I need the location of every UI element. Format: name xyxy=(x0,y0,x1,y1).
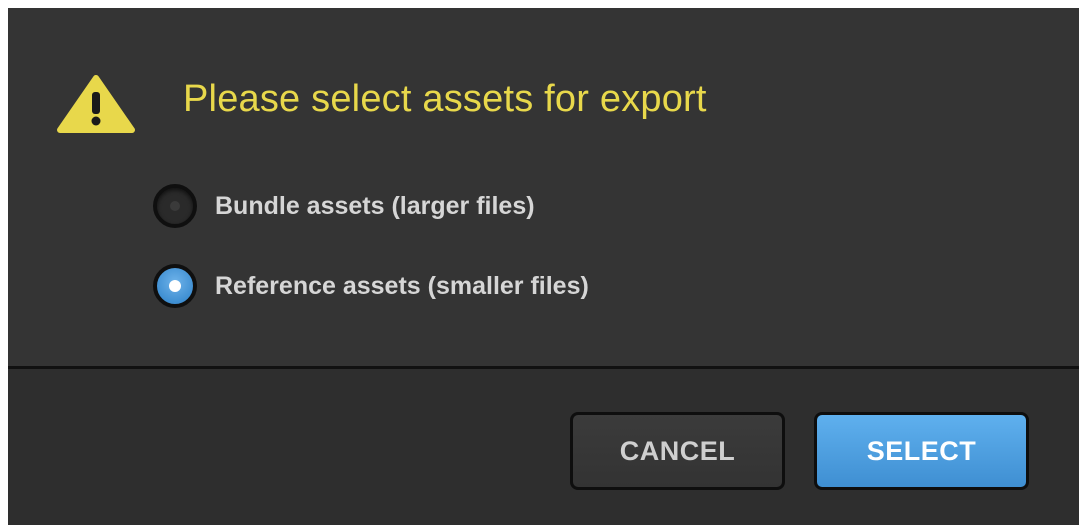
radio-option-bundle[interactable]: Bundle assets (larger files) xyxy=(153,180,535,232)
warning-icon xyxy=(57,75,135,133)
radio-label-bundle: Bundle assets (larger files) xyxy=(215,191,535,220)
radio-label-reference: Reference assets (smaller files) xyxy=(215,271,589,300)
radio-button-bundle[interactable] xyxy=(153,184,197,228)
radio-button-reference[interactable] xyxy=(153,264,197,308)
select-button[interactable]: SELECT xyxy=(814,412,1029,490)
dialog-body: Please select assets for export Bundle a… xyxy=(8,8,1079,366)
export-dialog: Please select assets for export Bundle a… xyxy=(8,8,1079,525)
cancel-button[interactable]: CANCEL xyxy=(570,412,785,490)
dialog-title: Please select assets for export xyxy=(183,78,707,120)
radio-option-reference[interactable]: Reference assets (smaller files) xyxy=(153,260,589,312)
